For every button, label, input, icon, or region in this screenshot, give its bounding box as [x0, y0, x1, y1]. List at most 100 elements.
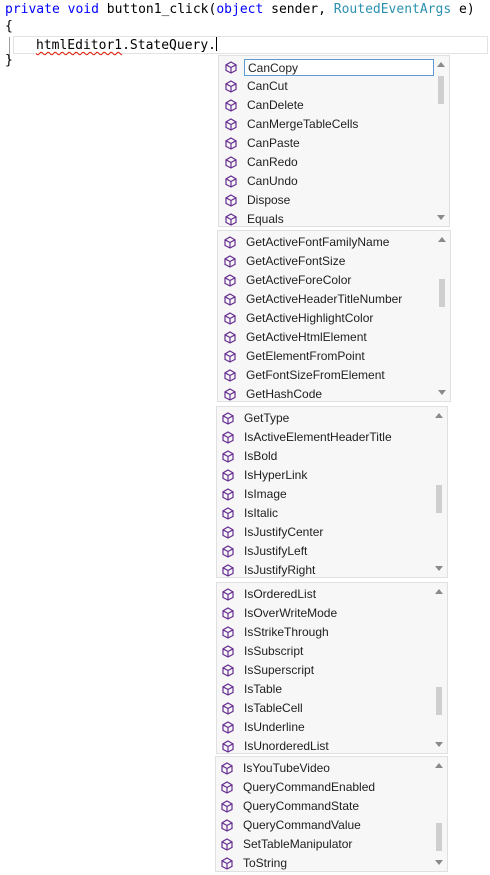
completion-item-getfontsizefromelement[interactable]: GetFontSizeFromElement	[218, 366, 388, 385]
completion-item-querycommandenabled[interactable]: QueryCommandEnabled	[216, 778, 378, 797]
completion-item-label: GetActiveHighlightColor	[246, 311, 374, 325]
completion-item-label: CanPaste	[247, 136, 300, 150]
completion-item-gettype[interactable]: GetType	[217, 409, 292, 428]
method-cube-icon	[220, 430, 236, 446]
completion-list-3[interactable]: GetType IsActiveElementHeaderTitle IsBold I…	[216, 406, 448, 578]
scroll-up-arrow-icon[interactable]	[435, 589, 443, 594]
completion-item-istable[interactable]: IsTable	[217, 680, 285, 699]
completion-item-getactivefontfamilyname[interactable]: GetActiveFontFamilyName	[218, 233, 392, 252]
completion-item-issuperscript[interactable]: IsSuperscript	[217, 661, 317, 680]
scroll-up-arrow-icon[interactable]	[435, 763, 443, 768]
completion-item-issubscript[interactable]: IsSubscript	[217, 642, 306, 661]
method-cube-icon	[223, 117, 239, 133]
completion-item-dispose[interactable]: Dispose	[219, 191, 293, 210]
completion-item-settablemanipulator[interactable]: SetTableManipulator	[216, 835, 355, 854]
completion-item-isbold[interactable]: IsBold	[217, 447, 280, 466]
completion-list-1[interactable]: CanCopy CanCut CanDelete CanMergeTableCells…	[218, 55, 450, 227]
completion-item-canredo[interactable]: CanRedo	[219, 153, 301, 172]
completion-item-getactivefontsize[interactable]: GetActiveFontSize	[218, 252, 348, 271]
completion-list-5[interactable]: IsYouTubeVideo QueryCommandEnabled QueryCo…	[215, 756, 448, 872]
completion-item-canundo[interactable]: CanUndo	[219, 172, 301, 191]
completion-item-getactiveforecolor[interactable]: GetActiveForeColor	[218, 271, 354, 290]
completion-item-isjustifyright[interactable]: IsJustifyRight	[217, 561, 318, 580]
completion-item-label: GetType	[244, 411, 290, 425]
completion-item-label: QueryCommandValue	[243, 818, 361, 832]
completion-item-canpaste[interactable]: CanPaste	[219, 134, 303, 153]
scroll-up-arrow-icon[interactable]	[438, 237, 446, 242]
completion-item-cancut[interactable]: CanCut	[219, 77, 291, 96]
completion-item-istablecell[interactable]: IsTableCell	[217, 699, 306, 718]
completion-item-label: GetActiveForeColor	[246, 273, 352, 287]
method-cube-icon	[222, 235, 238, 251]
method-cube-icon	[220, 411, 236, 427]
vertical-scrollbar[interactable]	[436, 231, 449, 401]
completion-item-isunderline[interactable]: IsUnderline	[217, 718, 308, 737]
method-cube-icon	[220, 720, 236, 736]
scroll-down-arrow-icon[interactable]	[435, 742, 443, 747]
completion-item-isstrikethrough[interactable]: IsStrikeThrough	[217, 623, 332, 642]
method-cube-icon	[222, 349, 238, 365]
completion-item-isyoutubevideo[interactable]: IsYouTubeVideo	[216, 759, 333, 778]
completion-item-label: IsActiveElementHeaderTitle	[244, 430, 392, 444]
completion-item-tostring[interactable]: ToString	[216, 854, 290, 873]
method-cube-icon	[220, 525, 236, 541]
method-cube-icon	[223, 98, 239, 114]
completion-item-label: CanUndo	[247, 174, 298, 188]
completion-item-isoverwritemode[interactable]: IsOverWriteMode	[217, 604, 340, 623]
vertical-scrollbar[interactable]	[435, 56, 448, 226]
completion-item-label: SetTableManipulator	[243, 837, 353, 851]
completion-item-gethashcode[interactable]: GetHashCode	[218, 385, 325, 404]
scrollbar-thumb[interactable]	[436, 687, 442, 715]
completion-item-label: CanMergeTableCells	[247, 117, 359, 131]
completion-item-isunorderedlist[interactable]: IsUnorderedList	[217, 737, 332, 756]
scrollbar-thumb[interactable]	[436, 485, 442, 513]
completion-item-isimage[interactable]: IsImage	[217, 485, 290, 504]
scroll-down-arrow-icon[interactable]	[437, 215, 445, 220]
completion-item-cancopy[interactable]: CanCopy	[219, 58, 434, 77]
completion-item-label: QueryCommandState	[243, 799, 360, 813]
scroll-up-arrow-icon[interactable]	[435, 413, 443, 418]
scrollbar-thumb[interactable]	[438, 76, 444, 104]
completion-item-label: IsSubscript	[244, 644, 304, 658]
completion-item-label: IsUnderline	[244, 720, 305, 734]
scrollbar-thumb[interactable]	[436, 823, 442, 851]
completion-item-isitalic[interactable]: IsItalic	[217, 504, 281, 523]
method-cube-icon	[219, 761, 235, 777]
scroll-down-arrow-icon[interactable]	[435, 860, 443, 865]
completion-item-isjustifycenter[interactable]: IsJustifyCenter	[217, 523, 326, 542]
completion-item-getactivehtmlelement[interactable]: GetActiveHtmlElement	[218, 328, 370, 347]
method-cube-icon	[220, 644, 236, 660]
scroll-down-arrow-icon[interactable]	[435, 566, 443, 571]
completion-item-querycommandstate[interactable]: QueryCommandState	[216, 797, 362, 816]
completion-list-4[interactable]: IsOrderedList IsOverWriteMode IsStrikeThro…	[216, 582, 448, 754]
completion-item-getactivehighlightcolor[interactable]: GetActiveHighlightColor	[218, 309, 376, 328]
method-cube-icon	[220, 625, 236, 641]
completion-item-label: CanRedo	[247, 155, 298, 169]
completion-item-label: CanDelete	[247, 98, 304, 112]
vertical-scrollbar[interactable]	[433, 757, 446, 871]
method-cube-icon	[223, 212, 239, 228]
method-cube-icon	[220, 682, 236, 698]
code-line-3[interactable]: htmlEditor1.StateQuery.	[36, 37, 218, 53]
keyword-void: void	[67, 2, 99, 17]
vertical-scrollbar[interactable]	[433, 407, 446, 577]
completion-item-getactiveheadertitlenumber[interactable]: GetActiveHeaderTitleNumber	[218, 290, 405, 309]
completion-item-candelete[interactable]: CanDelete	[219, 96, 307, 115]
method-cube-icon	[222, 330, 238, 346]
completion-item-equals[interactable]: Equals	[219, 210, 287, 229]
completion-item-label: IsBold	[244, 449, 278, 463]
completion-item-isorderedlist[interactable]: IsOrderedList	[217, 585, 319, 604]
completion-item-isactiveelementheadertitle[interactable]: IsActiveElementHeaderTitle	[217, 428, 395, 447]
scroll-up-arrow-icon[interactable]	[437, 62, 445, 67]
completion-item-getelementfrompoint[interactable]: GetElementFromPoint	[218, 347, 368, 366]
completion-item-canmergetablecells[interactable]: CanMergeTableCells	[219, 115, 361, 134]
scrollbar-thumb[interactable]	[439, 279, 445, 307]
completion-item-querycommandvalue[interactable]: QueryCommandValue	[216, 816, 364, 835]
completion-list-2[interactable]: GetActiveFontFamilyName GetActiveFontSize…	[217, 230, 451, 402]
completion-item-ishyperlink[interactable]: IsHyperLink	[217, 466, 310, 485]
scroll-down-arrow-icon[interactable]	[438, 390, 446, 395]
completion-item-isjustifyleft[interactable]: IsJustifyLeft	[217, 542, 310, 561]
method-cube-icon	[222, 273, 238, 289]
completion-item-label: IsOverWriteMode	[244, 606, 338, 620]
vertical-scrollbar[interactable]	[433, 583, 446, 753]
